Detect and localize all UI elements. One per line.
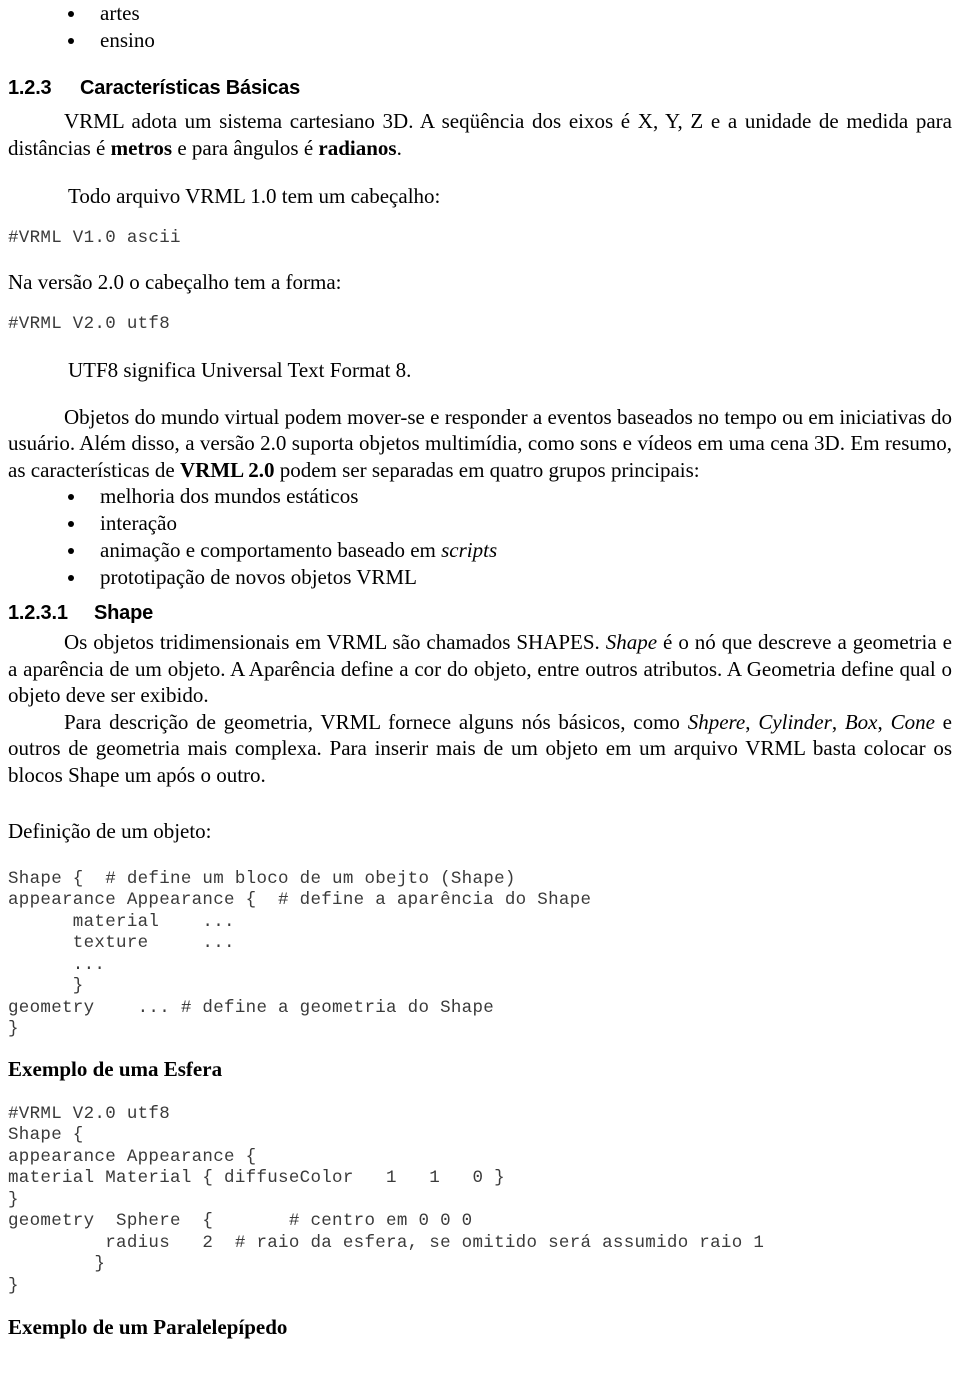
list-item-label: artes (100, 1, 140, 25)
bullet-icon (68, 11, 74, 17)
bullet-icon (68, 494, 74, 500)
paragraph-objetos-mundo-virtual: Objetos do mundo virtual podem mover-se … (8, 404, 952, 482)
list-item-label: animação e comportamento baseado em scri… (100, 538, 498, 562)
list-item-label: ensino (100, 28, 155, 52)
list-item: interação (8, 510, 952, 537)
bullet-icon (68, 38, 74, 44)
bullet-icon (68, 575, 74, 581)
document-page: artes ensino 1.2.3 Características Básica… (0, 0, 960, 1393)
list-item-label: interação (100, 511, 177, 535)
code-sphere-example: #VRML V2.0 utf8 Shape { appearance Appea… (8, 1103, 765, 1296)
bullet-icon (68, 521, 74, 527)
features-bullet-list: melhoria dos mundos estáticos interação … (8, 483, 952, 591)
paragraph-shape-geometry-nodes: Para descrição de geometria, VRML fornec… (8, 709, 953, 787)
heading-title: Características Básicas (80, 77, 300, 99)
list-item: prototipação de novos objetos VRML (8, 564, 952, 591)
heading-1-2-3: 1.2.3 Características Básicas (8, 76, 952, 100)
label-definicao-objeto: Definição de um objeto: (8, 819, 212, 843)
list-item: ensino (8, 27, 952, 54)
list-item: melhoria dos mundos estáticos (8, 483, 952, 510)
list-item-label: melhoria dos mundos estáticos (100, 484, 359, 508)
line-todo-arquivo: Todo arquivo VRML 1.0 tem um cabeçalho: (68, 184, 441, 208)
line-na-versao: Na versão 2.0 o cabeçalho tem a forma: (8, 270, 342, 294)
heading-exemplo-paralelepipedo: Exemplo de um Paralelepípedo (8, 1315, 288, 1339)
heading-exemplo-esfera: Exemplo de uma Esfera (8, 1056, 223, 1081)
heading-number: 1.2.3 (8, 77, 52, 99)
paragraph-cartesiano: VRML adota um sistema cartesiano 3D. A s… (8, 109, 952, 160)
code-shape-definition: Shape { # define um bloco de um obejto (… (8, 868, 592, 1040)
bullet-icon (68, 548, 74, 554)
top-bullet-list: artes ensino (8, 0, 952, 54)
code-vrml-v2-header: #VRML V2.0 utf8 (8, 313, 171, 334)
paragraph-shape-description: Os objetos tridimensionais em VRML são c… (8, 630, 952, 707)
list-item-label: prototipação de novos objetos VRML (100, 565, 417, 589)
code-vrml-v1-header: #VRML V1.0 ascii (8, 227, 181, 248)
list-item: artes (8, 0, 952, 27)
heading-title: Shape (94, 602, 154, 624)
heading-number: 1.2.3.1 (8, 602, 68, 624)
line-utf8-meaning: UTF8 significa Universal Text Format 8. (68, 358, 412, 382)
list-item: animação e comportamento baseado em scri… (8, 537, 952, 564)
heading-1-2-3-1: 1.2.3.1 Shape (8, 601, 952, 625)
